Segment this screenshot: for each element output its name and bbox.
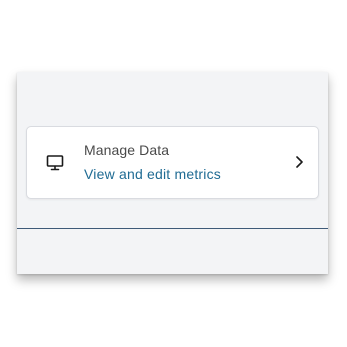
monitor-icon — [46, 155, 64, 171]
divider — [17, 228, 328, 229]
card-title: Manage Data — [84, 142, 170, 158]
chevron-right-icon — [296, 156, 303, 168]
panel: Manage Data View and edit metrics — [17, 72, 328, 274]
manage-data-card[interactable]: Manage Data View and edit metrics — [26, 126, 319, 199]
view-edit-metrics-link[interactable]: View and edit metrics — [84, 166, 221, 182]
